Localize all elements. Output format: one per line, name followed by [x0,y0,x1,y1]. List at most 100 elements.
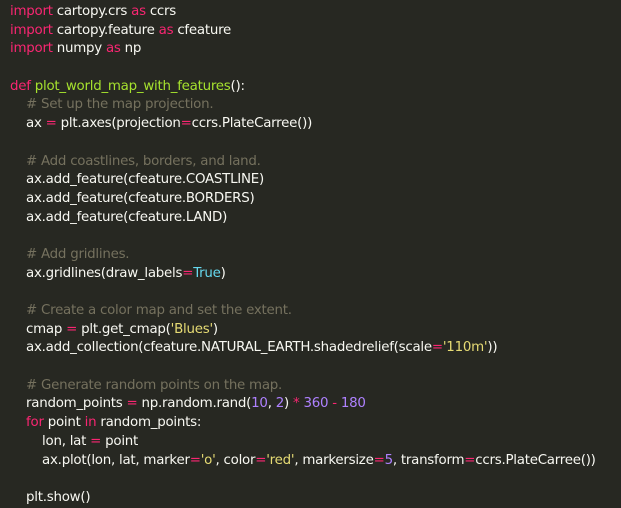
code-line: ax.add_feature(cfeature.LAND) [10,209,621,228]
code-token: ccrs.PlateCarree()) [191,116,313,132]
code-line: import numpy as np [10,40,621,59]
code-line: plt.show() [10,489,621,508]
code-token: ax [10,116,46,132]
code-token: 'Blues' [170,321,213,337]
code-token: = [66,321,78,337]
code-token: as [158,22,174,38]
code-token: = [180,116,192,132]
code-token: import [10,41,53,57]
code-line: ax = plt.axes(projection=ccrs.PlateCarre… [10,115,621,134]
code-token: ) [220,265,226,281]
code-line: # Generate random points on the map. [10,377,621,396]
code-token: cfeature [173,22,232,38]
code-token: ax.plot(lon, lat, marker [10,452,190,468]
code-token: ax.add_feature(cfeature.COASTLINE) [10,172,264,188]
code-token: # Generate random points on the map. [26,377,283,393]
code-token: 360 [303,396,329,412]
code-token: import [10,4,53,19]
code-token: as [131,4,146,19]
code-line: import cartopy.crs as ccrs [10,3,621,22]
code-token: as [105,41,121,57]
code-line: cmap = plt.get_cmap('Blues') [10,321,621,340]
code-token: for [26,415,44,431]
code-token: 5 [384,452,394,468]
code-token: # Set up the map projection. [26,97,214,113]
code-token: np [120,41,142,57]
code-token: = [373,452,385,468]
code-token: = [45,116,57,132]
code-line: lon, lat = point [10,433,621,452]
code-token: = [464,452,476,468]
code-token: ax.add_collection(cfeature.NATURAL_EARTH… [10,340,432,356]
code-line: # Add gridlines. [10,246,621,265]
code-token: = [182,265,194,281]
code-token: cmap [10,321,67,337]
code-line: # Create a color map and set the extent. [10,302,621,321]
code-token: ccrs [145,4,177,19]
code-token: plt.show() [10,489,91,505]
code-line: # Add coastlines, borders, and land. [10,153,621,172]
code-token: = [126,396,138,412]
code-line: ax.plot(lon, lat, marker='o', color='red… [10,452,621,471]
code-token: '110m' [442,340,488,356]
code-token: plt.axes(projection [56,116,181,132]
code-token: = [431,340,443,356]
code-token: , markersize [294,452,374,468]
code-token: point [101,433,139,449]
code-token: = [255,452,267,468]
code-token: , color [215,452,256,468]
code-token: numpy [52,41,106,57]
code-token: True [193,265,221,281]
code-token: def [10,78,31,94]
code-token: ax.add_feature(cfeature.BORDERS) [10,190,255,206]
code-token: , [267,396,276,412]
code-line: random_points = np.random.rand(10, 2) * … [10,395,621,414]
code-token: (): [230,78,245,94]
code-token: # Add coastlines, borders, and land. [26,153,261,169]
code-token: np.random.rand( [137,396,252,412]
code-token: 10 [251,396,268,412]
code-token: plot_world_map_with_features [34,78,231,94]
code-token: 'red' [266,452,295,468]
code-token: ) [212,321,218,337]
code-token: # Add gridlines. [26,246,130,262]
code-token: cartopy.crs [52,4,132,19]
code-token: ax.gridlines(draw_labels [10,265,183,281]
code-token: ax.add_feature(cfeature.LAND) [10,209,228,225]
code-token: plt.get_cmap( [77,321,171,337]
code-line: ax.add_feature(cfeature.BORDERS) [10,190,621,209]
code-token: ccrs.PlateCarree()) [475,452,596,468]
code-token: )) [487,340,498,356]
code-token: random_points: [96,415,202,431]
code-line: for point in random_points: [10,414,621,433]
code-token: = [189,452,201,468]
code-token: in [84,415,97,431]
code-token: 'o' [200,452,216,468]
code-editor[interactable]: import cartopy.crs as ccrs import cartopy… [0,0,621,505]
code-token: ) [284,396,293,412]
code-token: cartopy.feature [52,22,159,38]
code-line: # Set up the map projection. [10,96,621,115]
code-token: import [10,22,53,38]
code-line: def plot_world_map_with_features(): [10,78,621,97]
code-token: # Create a color map and set the extent. [26,303,292,318]
code-line: ax.add_collection(cfeature.NATURAL_EARTH… [10,339,621,358]
code-token: = [90,433,102,449]
code-token: lon, lat [10,433,91,449]
code-line: ax.add_feature(cfeature.COASTLINE) [10,171,621,190]
code-token: 180 [340,396,366,412]
code-line: ax.gridlines(draw_labels=True) [10,265,621,284]
code-token: , transform [392,452,465,468]
